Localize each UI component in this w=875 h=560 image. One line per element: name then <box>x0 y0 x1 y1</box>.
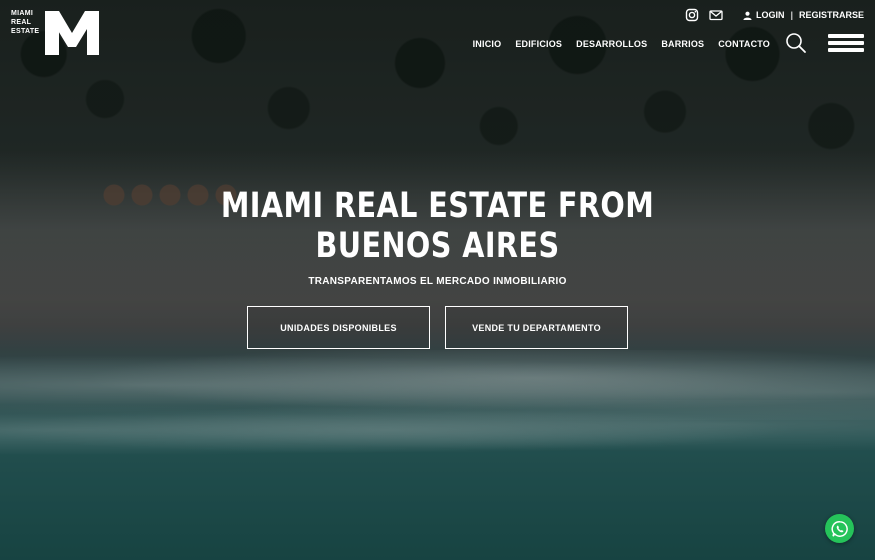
mail-icon[interactable] <box>709 8 723 22</box>
user-icon <box>743 11 752 20</box>
nav-item-inicio[interactable]: INICIO <box>473 39 502 49</box>
account-links: LOGIN | REGISTRARSE <box>743 10 864 20</box>
login-link[interactable]: LOGIN <box>756 10 785 20</box>
sell-apartment-button[interactable]: VENDE TU DEPARTAMENTO <box>445 306 628 349</box>
nav-item-edificios[interactable]: EDIFICIOS <box>515 39 562 49</box>
logo-m-mark <box>45 11 100 55</box>
hero-subtitle: TRANSPARENTAMOS EL MERCADO INMOBILIARIO <box>308 276 567 287</box>
nav-item-desarrollos[interactable]: DESARROLLOS <box>576 39 647 49</box>
hamburger-menu-icon[interactable] <box>828 34 864 52</box>
hero-section: MIAMI REAL ESTATE FROM BUENOS AIRES TRAN… <box>0 186 875 287</box>
site-logo[interactable]: MIAMI REAL ESTATE <box>11 9 101 57</box>
nav-item-barrios[interactable]: BARRIOS <box>661 39 704 49</box>
search-icon[interactable] <box>785 32 807 54</box>
nav-item-contacto[interactable]: CONTACTO <box>718 39 770 49</box>
instagram-icon[interactable] <box>685 8 699 22</box>
separator: | <box>790 10 793 20</box>
hero-actions: UNIDADES DISPONIBLES VENDE TU DEPARTAMEN… <box>247 306 628 349</box>
register-link[interactable]: REGISTRARSE <box>799 10 864 20</box>
available-units-button[interactable]: UNIDADES DISPONIBLES <box>247 306 430 349</box>
whatsapp-icon[interactable] <box>825 514 854 543</box>
top-utility-bar: LOGIN | REGISTRARSE <box>685 8 864 22</box>
main-navigation: INICIO EDIFICIOS DESARROLLOS BARRIOS CON… <box>473 34 770 54</box>
logo-wordmark: MIAMI REAL ESTATE <box>11 10 40 35</box>
hero-title: MIAMI REAL ESTATE FROM BUENOS AIRES <box>220 186 655 266</box>
